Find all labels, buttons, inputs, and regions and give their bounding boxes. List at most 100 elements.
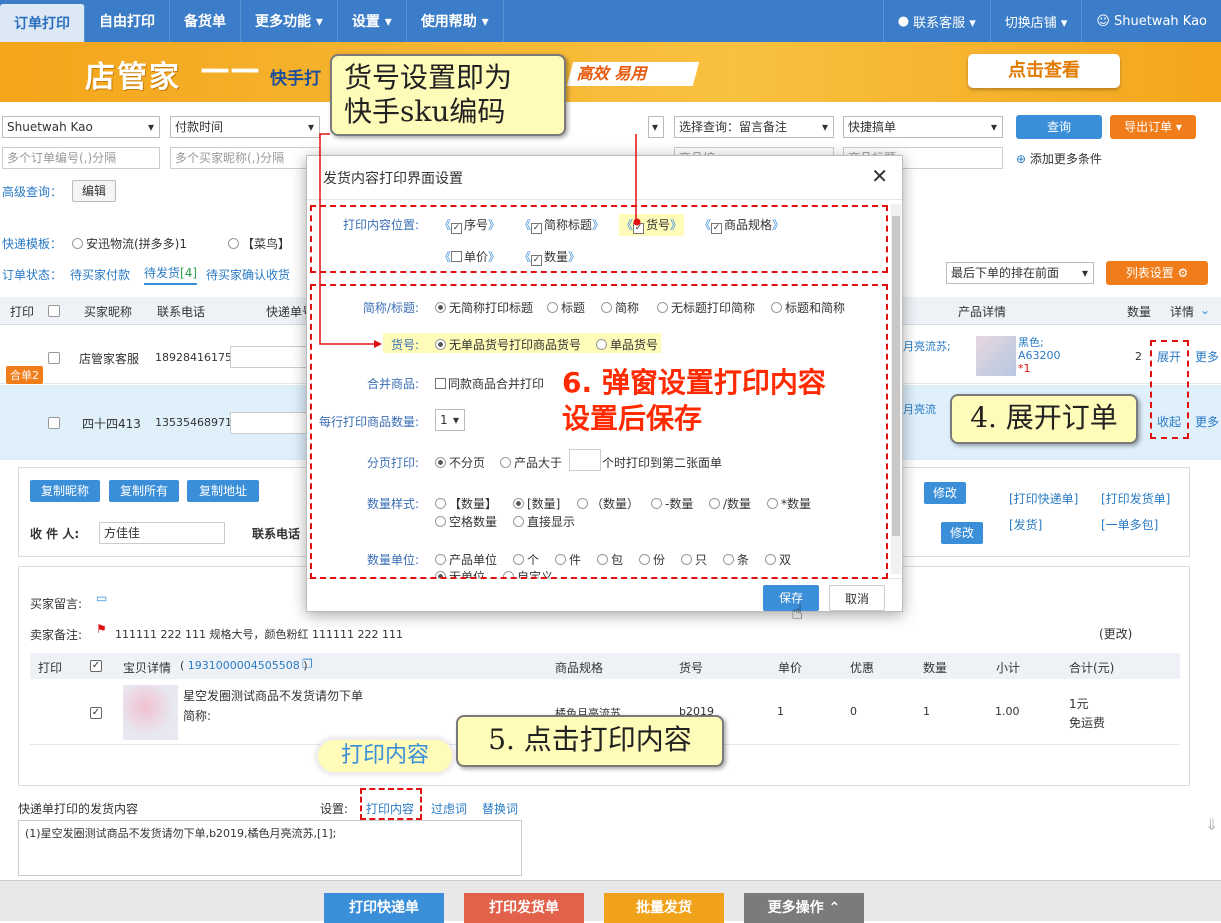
seller-note-label: 卖家备注: [30, 628, 83, 642]
edit-advanced-button[interactable]: 编辑 [72, 180, 116, 202]
copy-address-button[interactable]: 复制地址 [187, 480, 259, 502]
change-note-link[interactable]: (更改) [1099, 625, 1132, 642]
express-option-1[interactable]: 安迅物流(拼多多)1 [72, 235, 187, 252]
items-col-discount: 优惠 [850, 661, 875, 675]
print-invoice-link[interactable]: [打印发货单] [1101, 490, 1170, 507]
product-spec-left: 月亮流 [903, 403, 936, 416]
receiver-input[interactable]: 方佳佳 [99, 522, 225, 544]
items-col-spec: 商品规格 [555, 661, 604, 675]
express-no-input[interactable] [230, 412, 310, 434]
filter-words-link[interactable]: 过虑词 [431, 800, 467, 817]
row-checkbox[interactable] [48, 417, 60, 429]
row-qty: 2 [1135, 350, 1142, 363]
top-nav: 订单打印 自由打印 备货单 更多功能 ▾ 设置 ▾ 使用帮助 ▾ ● 联系客服 ▾… [0, 0, 1221, 42]
print-express-button[interactable]: 打印快递单 [324, 893, 444, 923]
item-thumbnail [123, 685, 178, 740]
order-number: ( 1931000004505508 ) [180, 659, 308, 672]
select-all-checkbox[interactable] [48, 305, 60, 317]
print-content-textarea[interactable]: (1)星空发圈测试商品不发货请勿下单,b2019,橘色月亮流苏,[1]; [18, 820, 522, 876]
copy-icon[interactable]: ❐ [302, 657, 313, 671]
items-header: 打印 ✓ 宝贝详情 ( 1931000004505508 ) ❐ 商品规格 货号… [30, 653, 1180, 679]
express-no-input[interactable] [230, 346, 310, 368]
more-link[interactable]: 更多 [1195, 348, 1219, 365]
item-discount: 0 [850, 705, 857, 718]
tab-free-print[interactable]: 自由打印 [85, 0, 170, 42]
items-select-all-checkbox[interactable]: ✓ [90, 660, 102, 672]
status-awaiting-shipment[interactable]: 待发货[4] [144, 264, 198, 285]
scrollbar-thumb[interactable] [892, 216, 900, 536]
add-condition-label: 添加更多条件 [1029, 152, 1102, 166]
callout-expand-order: 4. 展开订单 [950, 394, 1138, 444]
tab-order-print[interactable]: 订单打印 [0, 4, 85, 42]
callout-click-print-content: 5. 点击打印内容 [456, 715, 724, 767]
add-condition-link[interactable]: ⊕ 添加更多条件 [1016, 150, 1102, 167]
scroll-down-icon[interactable]: ⇓ [1205, 815, 1218, 834]
tab-more-functions[interactable]: 更多功能 ▾ [241, 0, 338, 42]
copy-nick-button[interactable]: 复制昵称 [30, 480, 100, 502]
item-subtotal: 1.00 [995, 705, 1020, 718]
status-awaiting-shipment-label: 待发货 [144, 266, 181, 280]
row-checkbox[interactable] [48, 352, 60, 364]
tab-settings[interactable]: 设置 ▾ [338, 0, 407, 42]
cancel-button[interactable]: 取消 [829, 585, 885, 611]
item-alias-label: 简称: [183, 709, 212, 723]
list-settings-label: 列表设置 [1125, 266, 1174, 280]
status-awaiting-payment[interactable]: 待买家付款 [70, 266, 130, 283]
annot-step6-line2: 设置后保存 [562, 402, 703, 435]
tab-help[interactable]: 使用帮助 ▾ [407, 0, 504, 42]
close-icon[interactable]: ✕ [871, 164, 888, 188]
more-actions-button[interactable]: 更多操作 ⌃ [744, 893, 864, 923]
more-link[interactable]: 更多 [1195, 413, 1219, 430]
export-orders-button[interactable]: 导出订单 ▾ [1110, 115, 1196, 139]
batch-ship-button[interactable]: 批量发货 [604, 893, 724, 923]
quick-filter-select[interactable]: 快捷搞单 [843, 116, 1003, 138]
col-qty: 数量 [1127, 305, 1152, 319]
time-type-select[interactable]: 付款时间 [170, 116, 320, 138]
buyer-nick-input[interactable]: 多个买家昵称(,)分隔 [170, 147, 320, 169]
switch-shop[interactable]: 切换店铺 ▾ [989, 0, 1082, 42]
user-account[interactable]: ☺ Shuetwah Kao [1081, 0, 1221, 42]
annot-box-position [310, 205, 888, 273]
list-settings-button[interactable]: 列表设置 ⚙ [1106, 261, 1208, 285]
express-option-2[interactable]: 【菜鸟】 [228, 235, 290, 252]
buyer-nick: 四十四413 [82, 417, 141, 431]
print-express-link[interactable]: [打印快递单] [1009, 490, 1078, 507]
sort-select[interactable]: 最后下单的排在前面 [946, 262, 1094, 284]
items-col-print: 打印 [38, 661, 63, 675]
item-total: 1元 [1069, 697, 1089, 711]
order-status-label: 订单状态： [2, 268, 63, 282]
modify-button[interactable]: 修改 [924, 482, 966, 504]
hand-cursor-icon: ☝ [791, 600, 804, 624]
banner-slogan: 快手打 [270, 69, 321, 89]
col-product: 产品详情 [958, 305, 1007, 319]
filter-select-hidden[interactable] [648, 116, 664, 138]
contact-support-label: 联系客服 ▾ [913, 15, 976, 31]
banner-slogan-tag: 高效 易用 [566, 62, 700, 86]
tab-stock-list[interactable]: 备货单 [170, 0, 241, 42]
query-type-select[interactable]: 选择查询：留言备注 [674, 116, 834, 138]
item-checkbox[interactable]: ✓ [90, 707, 102, 719]
buyer-phone: 18928416175 [155, 351, 232, 364]
status-awaiting-receipt[interactable]: 待买家确认收货 [206, 266, 290, 283]
express-option-1-label: 安迅物流(拼多多)1 [86, 237, 187, 251]
double-chevron-down-icon[interactable]: ⌄ [1200, 303, 1210, 317]
modify-button-2[interactable]: 修改 [941, 522, 983, 544]
ship-link[interactable]: [发货] [1009, 516, 1042, 533]
shop-select[interactable]: Shuetwah Kao [2, 116, 160, 138]
product-info: 黑色; A63200 *1 [1018, 336, 1061, 375]
col-detail: 详情 [1170, 305, 1195, 319]
product-thumbnail [976, 336, 1016, 376]
merge-badge: 合单2 [6, 366, 43, 384]
print-invoice-button[interactable]: 打印发货单 [464, 893, 584, 923]
status-count-badge: [4] [180, 266, 198, 280]
query-button[interactable]: 查询 [1016, 115, 1102, 139]
replace-words-link[interactable]: 替换词 [482, 800, 518, 817]
contact-support[interactable]: ● 联系客服 ▾ [882, 0, 990, 42]
multi-package-link[interactable]: [一单多包] [1101, 516, 1158, 533]
buyer-nick: 店管家客服 [79, 352, 140, 366]
express-option-2-label: 【菜鸟】 [242, 237, 291, 251]
banner-cta-button[interactable]: 点击查看 [968, 54, 1120, 88]
order-no-input[interactable]: 多个订单编号(,)分隔 [2, 147, 160, 169]
copy-all-button[interactable]: 复制所有 [109, 480, 179, 502]
settings-label: 设置: [320, 802, 349, 816]
